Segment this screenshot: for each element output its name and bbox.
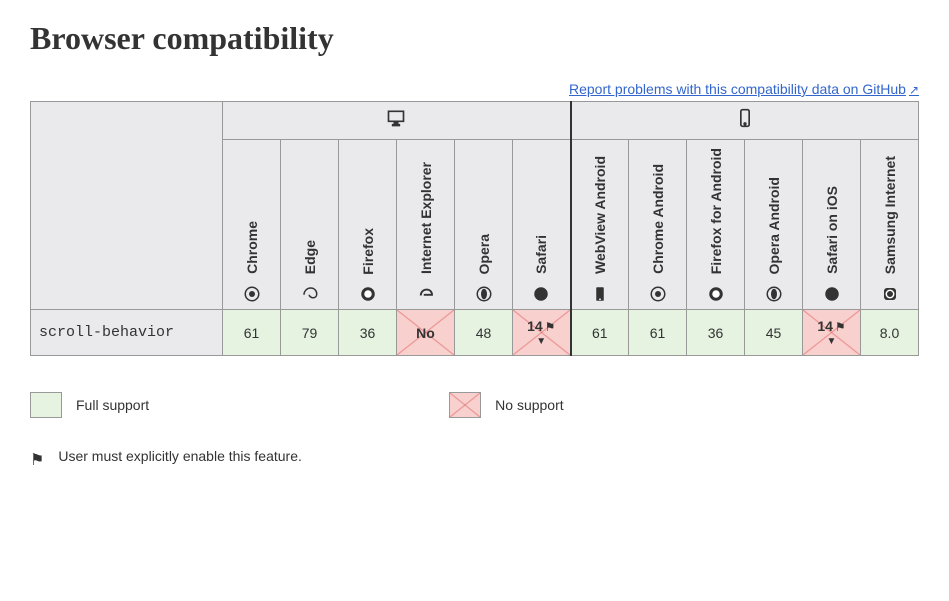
- internet-explorer-icon: [417, 285, 435, 303]
- flag-icon: ⚑: [835, 320, 846, 334]
- support-value: 79: [302, 325, 318, 341]
- browser-firefox-for-android: Firefox for Android: [687, 140, 745, 310]
- feature-name: scroll-behavior: [31, 310, 223, 356]
- support-value: 14: [527, 318, 543, 334]
- safari-icon: [532, 285, 550, 303]
- support-cell: 79: [281, 310, 339, 356]
- legend-flag-text: User must explicitly enable this feature…: [58, 448, 302, 464]
- support-value: No: [416, 325, 435, 341]
- external-link-icon: ↗: [909, 83, 919, 97]
- support-cell: No: [397, 310, 455, 356]
- support-value: 14: [817, 318, 833, 334]
- swatch-full-support: [30, 392, 62, 418]
- webview-android-icon: [591, 285, 609, 303]
- chrome-icon: [243, 285, 261, 303]
- browser-label: WebView Android: [593, 156, 607, 274]
- edge-icon: [301, 285, 319, 303]
- browser-label: Chrome: [245, 221, 259, 274]
- support-cell[interactable]: 14⚑ ▼: [513, 310, 571, 356]
- browser-internet-explorer: Internet Explorer: [397, 140, 455, 310]
- legend-no-support: No support: [449, 392, 563, 418]
- browser-chrome: Chrome: [223, 140, 281, 310]
- compat-table: Chrome Edge Firefox Internet Explorer Opera S…: [30, 101, 919, 356]
- opera-android-icon: [765, 285, 783, 303]
- firefox-for-android-icon: [707, 285, 725, 303]
- support-value: 8.0: [880, 325, 899, 341]
- browser-safari-on-ios: Safari on iOS: [803, 140, 861, 310]
- browser-label: Chrome Android: [651, 164, 665, 274]
- legend-no-label: No support: [495, 397, 563, 413]
- chevron-down-icon[interactable]: ▼: [807, 336, 856, 347]
- browser-label: Safari: [534, 235, 548, 274]
- support-cell: 61: [629, 310, 687, 356]
- browser-edge: Edge: [281, 140, 339, 310]
- browser-label: Internet Explorer: [419, 162, 433, 274]
- browser-label: Edge: [303, 240, 317, 274]
- browser-label: Opera Android: [767, 177, 781, 275]
- flag-icon: ⚑: [30, 450, 44, 470]
- support-cell: 61: [223, 310, 281, 356]
- page-title: Browser compatibility: [30, 20, 919, 57]
- report-problems-link[interactable]: Report problems with this compatibility …: [569, 81, 919, 97]
- opera-icon: [475, 285, 493, 303]
- mobile-icon: [735, 108, 755, 128]
- support-cell: 45: [745, 310, 803, 356]
- legend: Full support No support: [30, 392, 919, 418]
- legend-flag: ⚑ User must explicitly enable this featu…: [30, 448, 370, 470]
- browser-safari: Safari: [513, 140, 571, 310]
- browser-label: Opera: [477, 234, 491, 274]
- support-cell: 36: [339, 310, 397, 356]
- legend-full-label: Full support: [76, 397, 149, 413]
- browser-label: Firefox for Android: [709, 148, 723, 274]
- samsung-internet-icon: [881, 285, 899, 303]
- browser-opera: Opera: [455, 140, 513, 310]
- support-cell: 8.0: [861, 310, 919, 356]
- support-cell: 61: [571, 310, 629, 356]
- support-cell[interactable]: 14⚑ ▼: [803, 310, 861, 356]
- flag-icon: ⚑: [545, 320, 556, 334]
- browser-label: Samsung Internet: [883, 156, 897, 274]
- legend-full-support: Full support: [30, 392, 149, 418]
- support-cell: 48: [455, 310, 513, 356]
- browser-label: Safari on iOS: [825, 186, 839, 274]
- support-cell: 36: [687, 310, 745, 356]
- support-value: 61: [592, 325, 608, 341]
- browser-label: Firefox: [361, 228, 375, 275]
- support-value: 45: [766, 325, 782, 341]
- browser-chrome-android: Chrome Android: [629, 140, 687, 310]
- browser-samsung-internet: Samsung Internet: [861, 140, 919, 310]
- browser-firefox: Firefox: [339, 140, 397, 310]
- support-value: 61: [650, 325, 666, 341]
- support-value: 36: [708, 325, 724, 341]
- desktop-icon: [386, 108, 406, 128]
- support-value: 36: [360, 325, 376, 341]
- table-corner: [31, 102, 223, 310]
- browser-opera-android: Opera Android: [745, 140, 803, 310]
- safari-on-ios-icon: [823, 285, 841, 303]
- swatch-no-support: [449, 392, 481, 418]
- support-value: 61: [244, 325, 260, 341]
- firefox-icon: [359, 285, 377, 303]
- support-value: 48: [476, 325, 492, 341]
- platform-mobile: [571, 102, 919, 140]
- report-link-text: Report problems with this compatibility …: [569, 81, 906, 97]
- chrome-android-icon: [649, 285, 667, 303]
- platform-desktop: [223, 102, 571, 140]
- browser-webview-android: WebView Android: [571, 140, 629, 310]
- chevron-down-icon[interactable]: ▼: [517, 336, 566, 347]
